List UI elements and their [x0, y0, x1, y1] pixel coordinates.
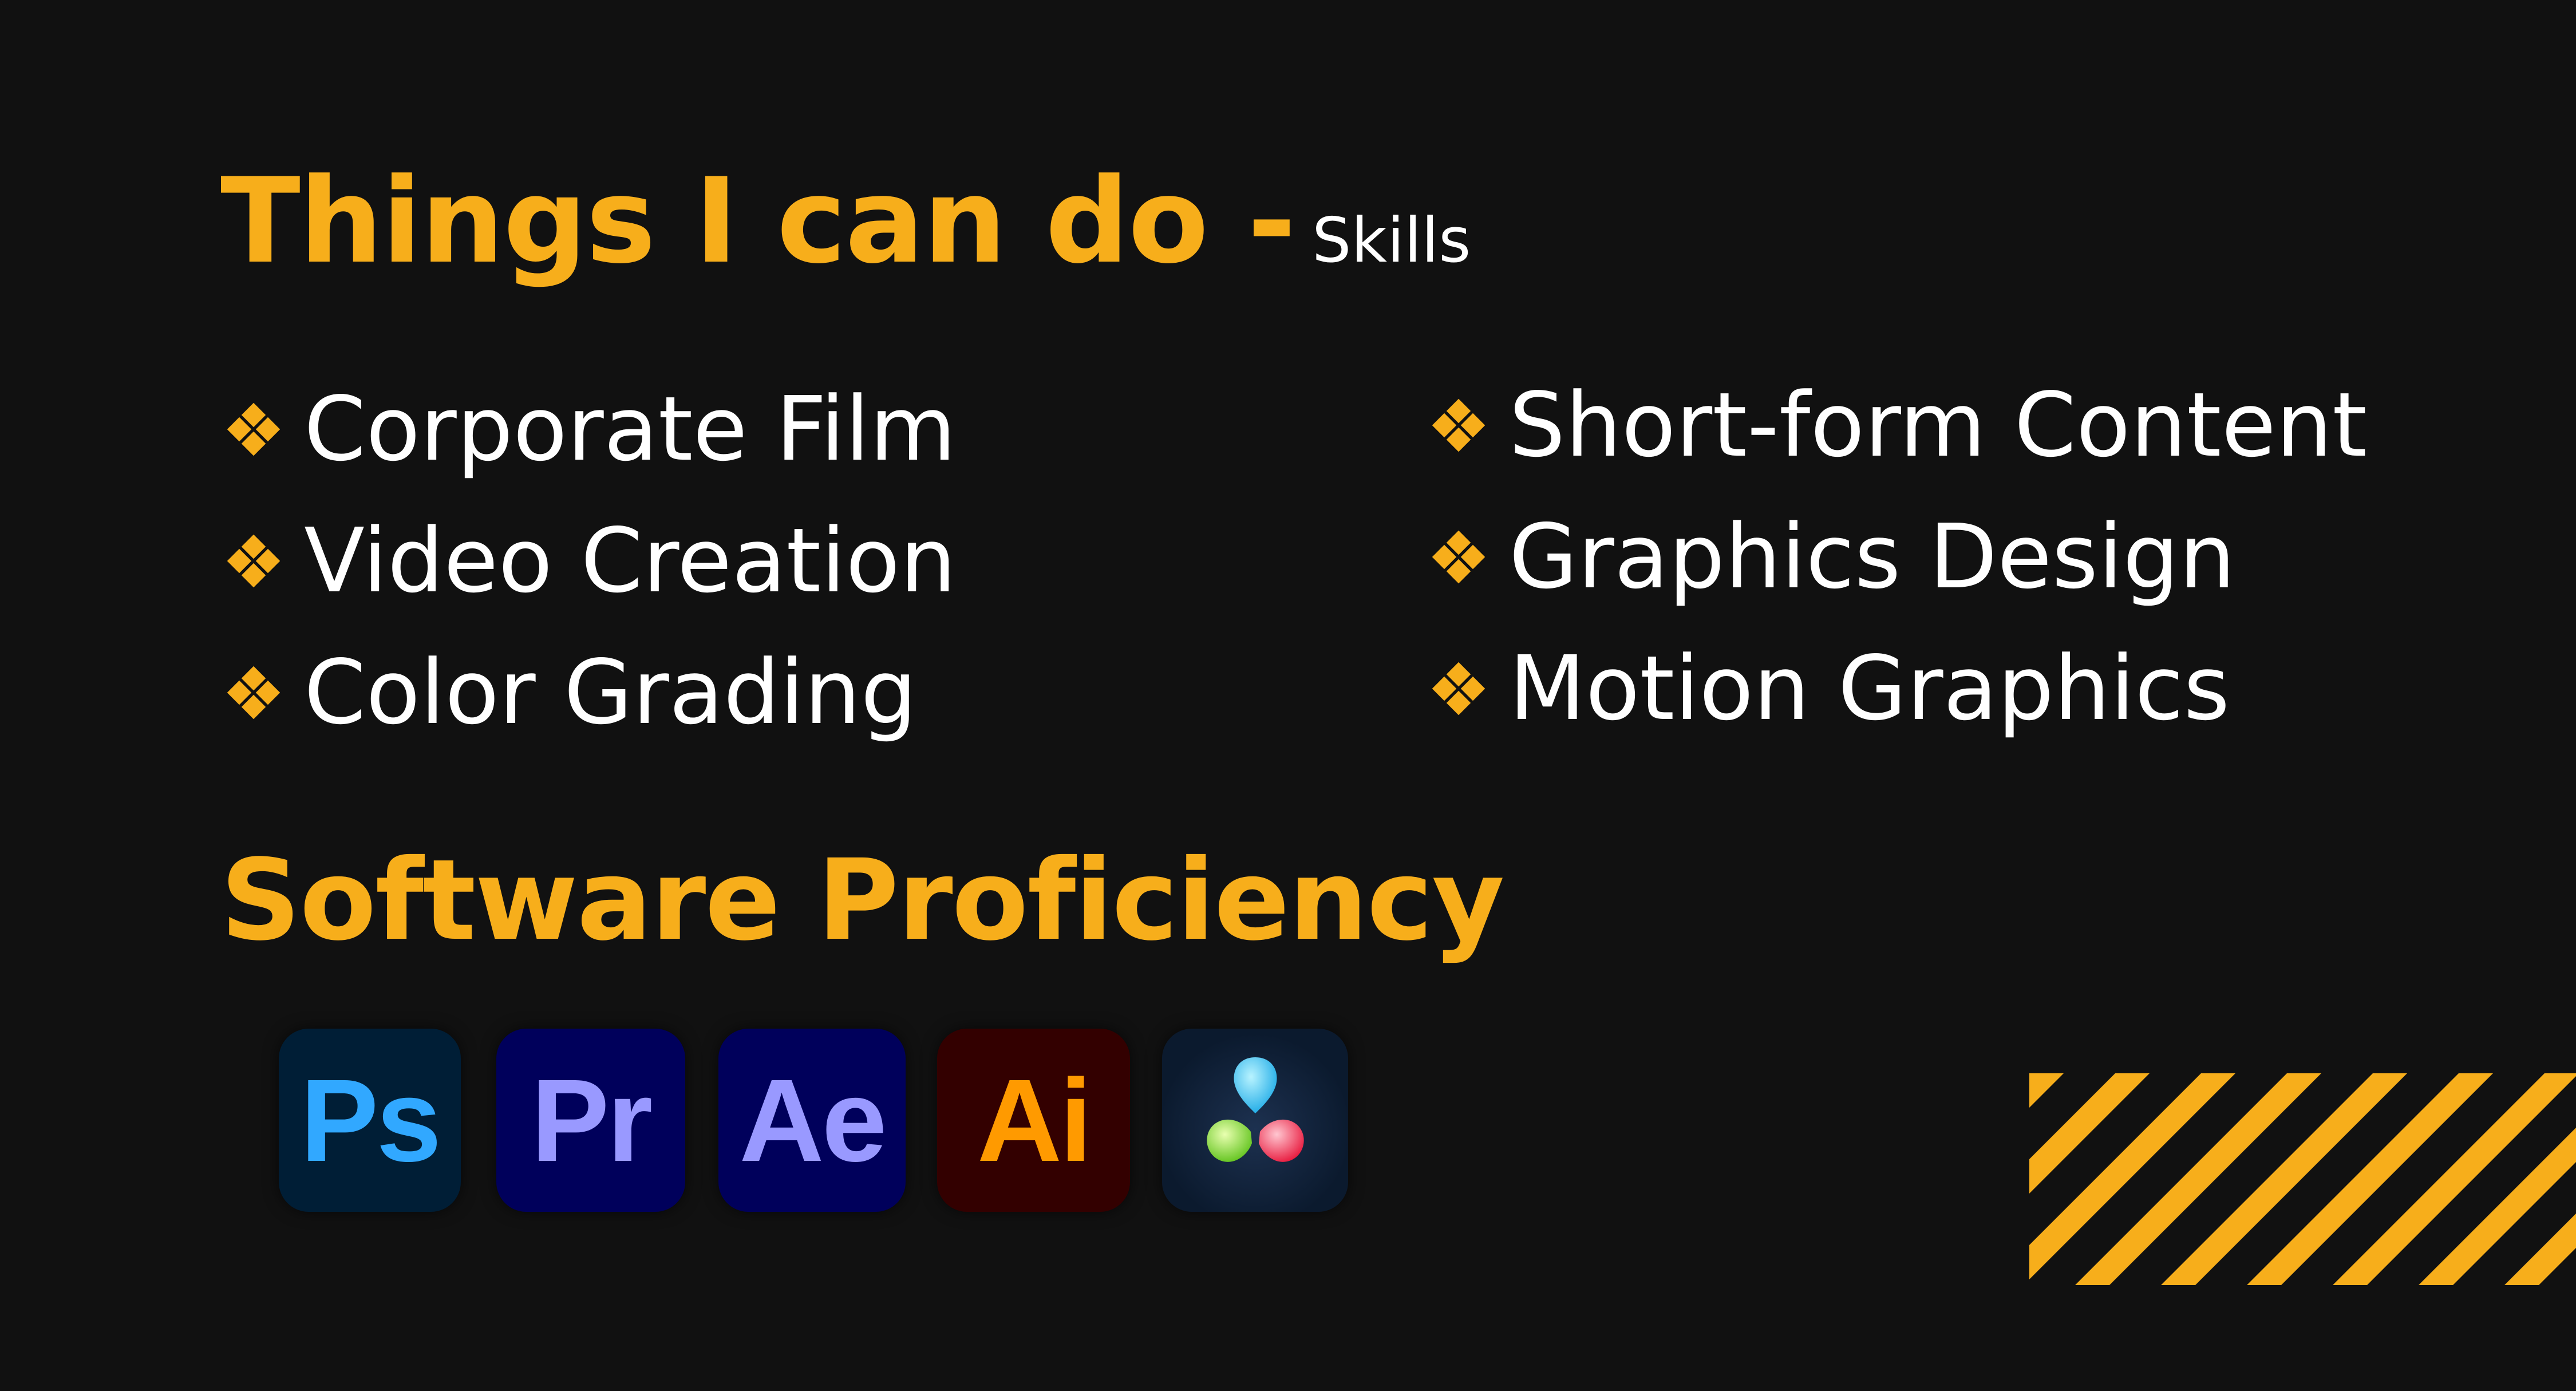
diagonal-stripes-icon	[2029, 1073, 2576, 1285]
skill-label: Video Creation	[304, 509, 957, 612]
premiere-pro-icon: Pr	[496, 1029, 685, 1212]
skill-label: Corporate Film	[304, 377, 957, 481]
skills-title: Things I can do -	[220, 153, 1296, 290]
skill-label: Short-form Content	[1509, 373, 2367, 477]
four-diamond-icon	[1431, 398, 1486, 453]
skill-item-graphics-design: Graphics Design	[1431, 512, 2235, 601]
skill-item-color-grading: Color Grading	[226, 648, 917, 737]
skill-label: Graphics Design	[1509, 505, 2235, 608]
four-diamond-icon	[226, 665, 281, 720]
after-effects-label: Ae	[739, 1054, 887, 1186]
skill-item-corporate-film: Corporate Film	[226, 385, 956, 473]
skill-item-motion-graphics: Motion Graphics	[1431, 644, 2230, 733]
four-diamond-icon	[1431, 661, 1486, 716]
premiere-pro-label: Pr	[531, 1054, 653, 1186]
four-diamond-icon	[226, 402, 281, 457]
skill-item-short-form-content: Short-form Content	[1431, 381, 2367, 469]
illustrator-icon: Ai	[937, 1029, 1130, 1212]
after-effects-icon: Ae	[718, 1029, 906, 1212]
photoshop-label: Ps	[300, 1054, 442, 1186]
skill-label: Color Grading	[304, 641, 917, 744]
davinci-resolve-icon	[1162, 1029, 1348, 1212]
skills-subtitle: Skills	[1311, 205, 1471, 276]
illustrator-label: Ai	[977, 1054, 1092, 1186]
skill-item-video-creation: Video Creation	[226, 516, 956, 605]
photoshop-icon: Ps	[279, 1029, 461, 1212]
skill-label: Motion Graphics	[1509, 637, 2230, 740]
software-heading: Software Proficiency	[220, 835, 1504, 965]
four-diamond-icon	[226, 534, 281, 588]
davinci-resolve-petals	[1206, 1057, 1304, 1162]
skills-heading: Things I can do - Skills	[220, 163, 1471, 280]
four-diamond-icon	[1431, 529, 1486, 584]
